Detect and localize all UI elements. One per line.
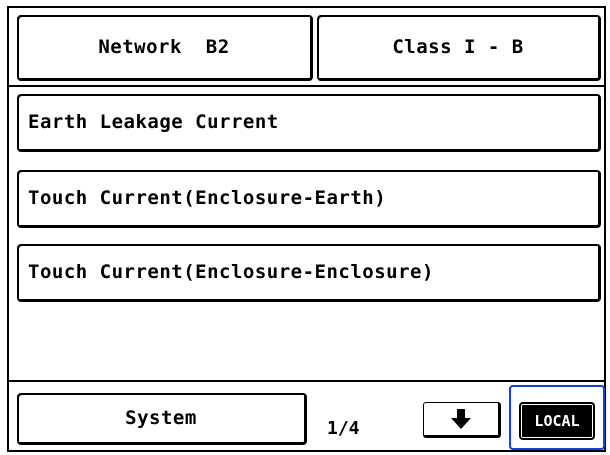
down-arrow-icon bbox=[450, 408, 472, 430]
footer-divider bbox=[9, 380, 604, 382]
touch-current-enclosure-enclosure-button[interactable]: Touch Current(Enclosure-Enclosure) bbox=[17, 244, 601, 302]
earth-leakage-current-button[interactable]: Earth Leakage Current bbox=[17, 94, 601, 152]
system-label: System bbox=[125, 407, 197, 429]
network-button[interactable]: Network B2 bbox=[17, 15, 313, 81]
class-button[interactable]: Class I - B bbox=[317, 15, 601, 81]
next-page-button[interactable] bbox=[423, 402, 501, 438]
header-divider bbox=[9, 85, 604, 87]
local-label: LOCAL bbox=[534, 412, 580, 430]
class-label: Class I - B bbox=[392, 36, 524, 58]
page-indicator: 1/4 bbox=[327, 418, 360, 439]
touch-current-enclosure-enclosure-label: Touch Current(Enclosure-Enclosure) bbox=[28, 261, 434, 283]
touch-current-enclosure-earth-label: Touch Current(Enclosure-Earth) bbox=[28, 187, 387, 209]
earth-leakage-current-label: Earth Leakage Current bbox=[28, 111, 279, 133]
network-label: Network B2 bbox=[98, 36, 230, 58]
system-button[interactable]: System bbox=[17, 393, 307, 445]
local-button[interactable]: LOCAL bbox=[519, 402, 595, 440]
touch-current-enclosure-earth-button[interactable]: Touch Current(Enclosure-Earth) bbox=[17, 170, 601, 228]
instrument-screen: Network B2 Class I - B Earth Leakage Cur… bbox=[7, 6, 606, 452]
